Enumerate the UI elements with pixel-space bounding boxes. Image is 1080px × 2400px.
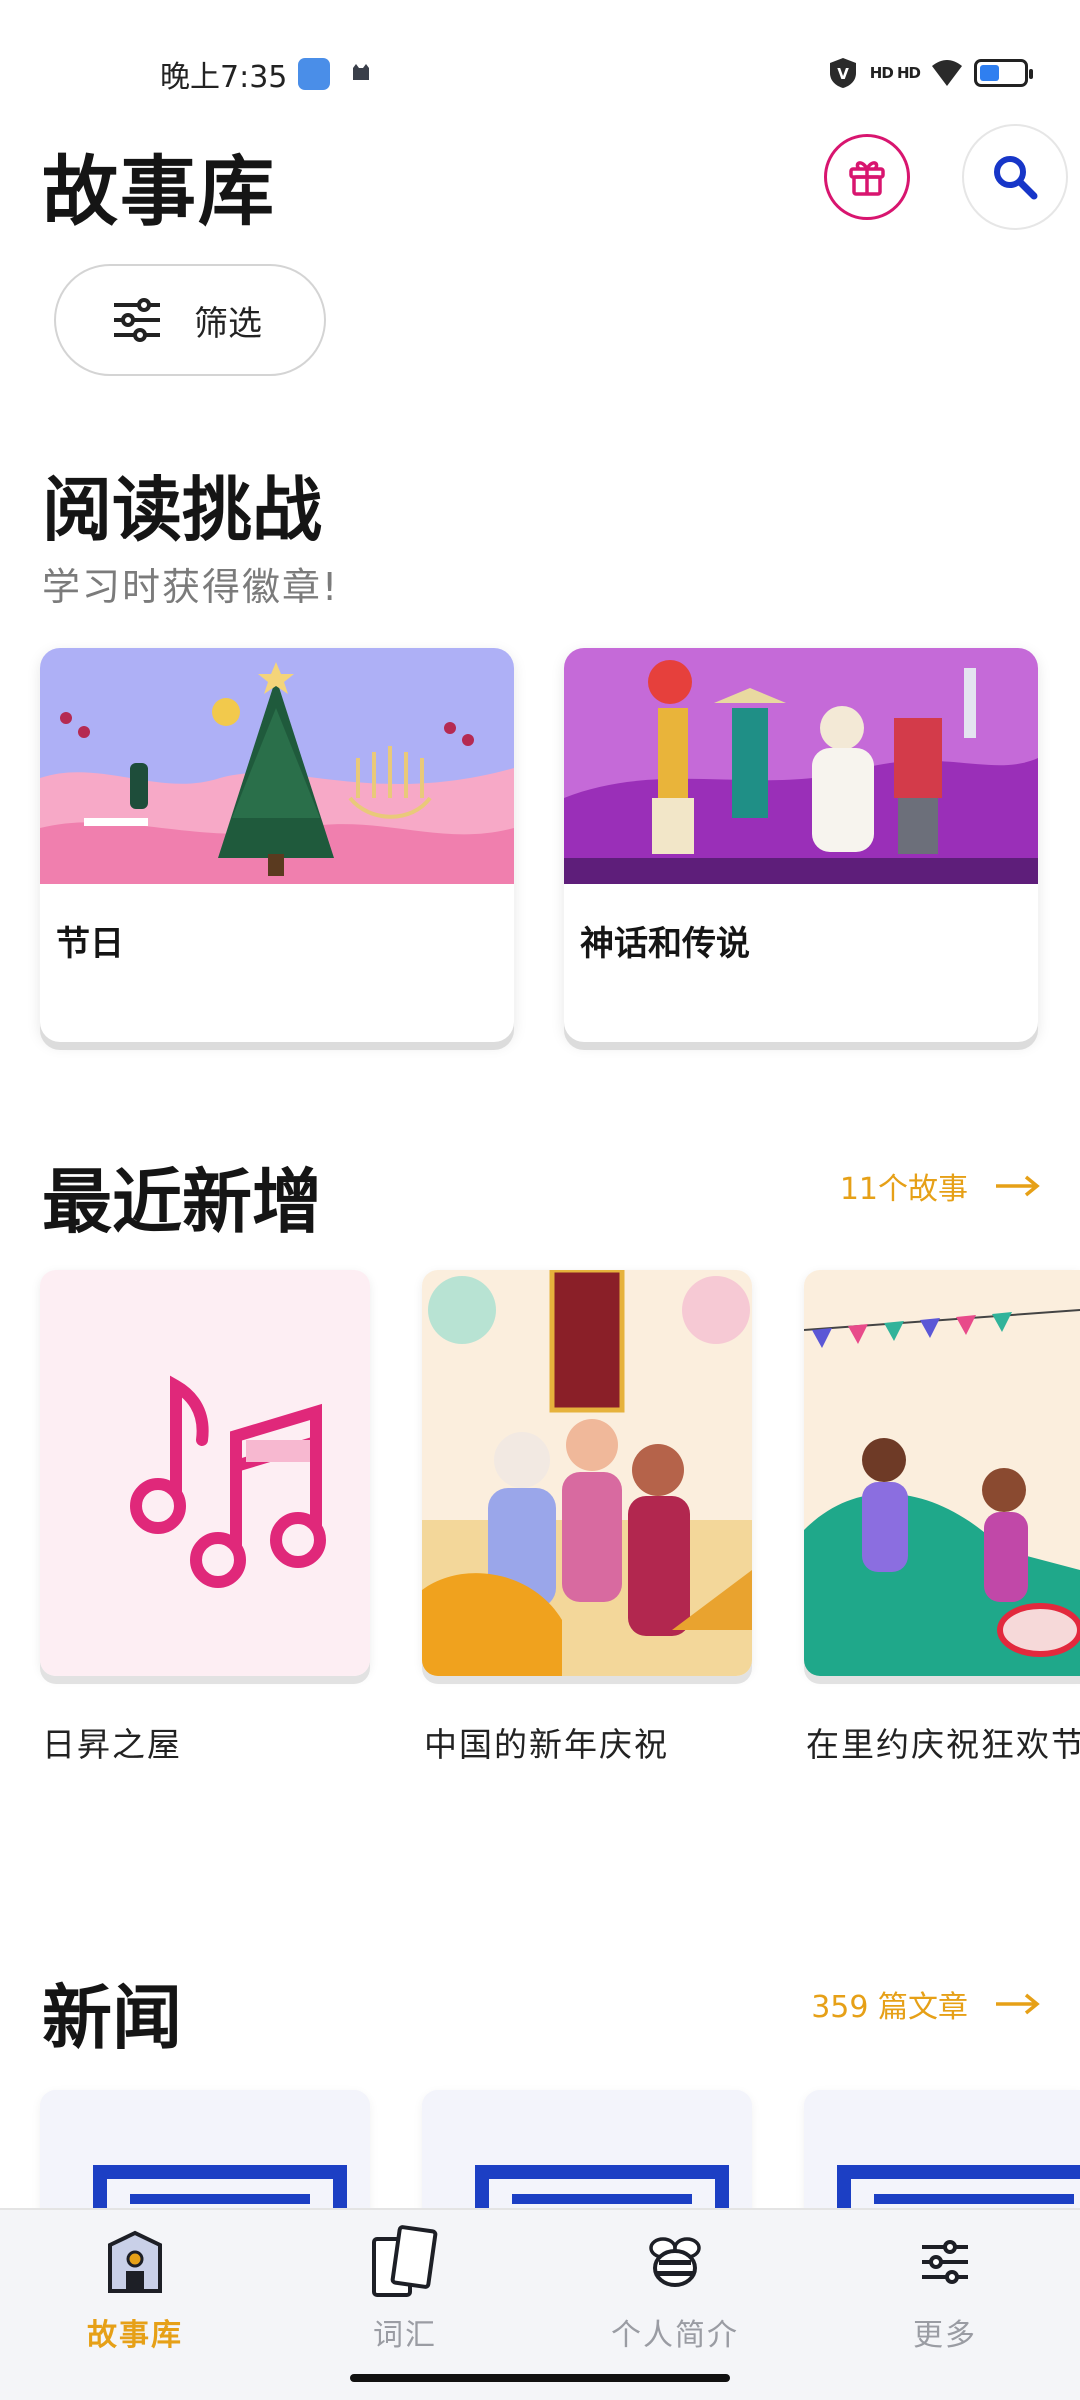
nav-item-profile[interactable]: 个人简介 — [540, 2210, 810, 2400]
chinese-new-year-illustration — [422, 1270, 752, 1676]
settings-sliders-icon — [905, 2222, 985, 2302]
cat-notification-icon — [353, 64, 369, 80]
status-time: 晚上7:35 — [160, 60, 288, 95]
story-card-chinese-new-year[interactable] — [422, 1270, 752, 1676]
challenge-card-label: 节日 — [56, 924, 124, 964]
gift-button[interactable] — [824, 134, 910, 220]
carnival-illustration — [804, 1270, 1080, 1676]
nav-item-vocabulary[interactable]: 词汇 — [270, 2210, 540, 2400]
cards-icon — [365, 2222, 445, 2302]
story-card-house-of-rising-sun[interactable] — [40, 1270, 370, 1676]
story-card-rio-carnival[interactable] — [804, 1270, 1080, 1676]
arrow-right-icon — [996, 1175, 1040, 1197]
home-indicator[interactable] — [350, 2374, 730, 2382]
arrow-right-icon — [996, 1993, 1040, 2015]
vpn-shield-icon: V — [829, 58, 856, 88]
bee-icon — [635, 2222, 715, 2302]
battery-icon — [974, 59, 1033, 87]
music-note-illustration — [40, 1270, 370, 1676]
myths-illustration — [564, 648, 1038, 884]
reading-challenge-title: 阅读挑战 — [42, 469, 322, 551]
news-link[interactable]: 359 篇文章 — [811, 1982, 1040, 2026]
signal-strength-icon: HD HD — [869, 64, 921, 82]
filter-label: 筛选 — [194, 303, 262, 344]
search-button[interactable] — [962, 124, 1068, 230]
holidays-illustration — [40, 648, 514, 884]
status-indicators: V HD HD — [826, 56, 1033, 90]
story-label-chinese-new-year: 中国的新年庆祝 — [424, 1725, 669, 1764]
library-icon — [95, 2222, 175, 2302]
status-bar: 晚上7:35 V HD HD — [0, 0, 1080, 110]
app-notification-icon — [298, 58, 330, 90]
filter-button[interactable]: 筛选 — [54, 264, 326, 376]
recently-added-link[interactable]: 11个故事 — [840, 1164, 1040, 1208]
nav-item-library[interactable]: 故事库 — [0, 2210, 270, 2400]
recently-added-count: 11个故事 — [839, 1172, 968, 1207]
nav-item-more[interactable]: 更多 — [810, 2210, 1080, 2400]
challenge-card-holidays[interactable]: 节日 — [40, 648, 514, 1042]
news-count: 359 篇文章 — [811, 1990, 968, 2025]
story-label-house-of-rising-sun: 日昇之屋 — [42, 1725, 182, 1764]
gift-icon — [849, 161, 885, 196]
reading-challenge-subtitle: 学习时获得徽章! — [42, 565, 340, 609]
sliders-icon — [114, 298, 160, 342]
wifi-icon — [932, 60, 962, 86]
recently-added-title: 最近新增 — [42, 1161, 322, 1243]
news-title: 新闻 — [42, 1977, 182, 2059]
page-title: 故事库 — [42, 147, 276, 236]
nav-label: 更多 — [913, 2318, 977, 2353]
bottom-navigation: 故事库 词汇 个人简介 更多 — [0, 2208, 1080, 2400]
nav-label: 个人简介 — [611, 2318, 739, 2353]
nav-label: 词汇 — [373, 2318, 437, 2353]
nav-label: 故事库 — [87, 2318, 183, 2353]
svg-text:V: V — [837, 65, 849, 83]
challenge-card-label: 神话和传说 — [580, 924, 750, 964]
search-icon — [994, 156, 1038, 200]
challenge-card-myths[interactable]: 神话和传说 — [564, 648, 1038, 1042]
story-label-rio-carnival: 在里约庆祝狂欢节 — [806, 1725, 1080, 1764]
